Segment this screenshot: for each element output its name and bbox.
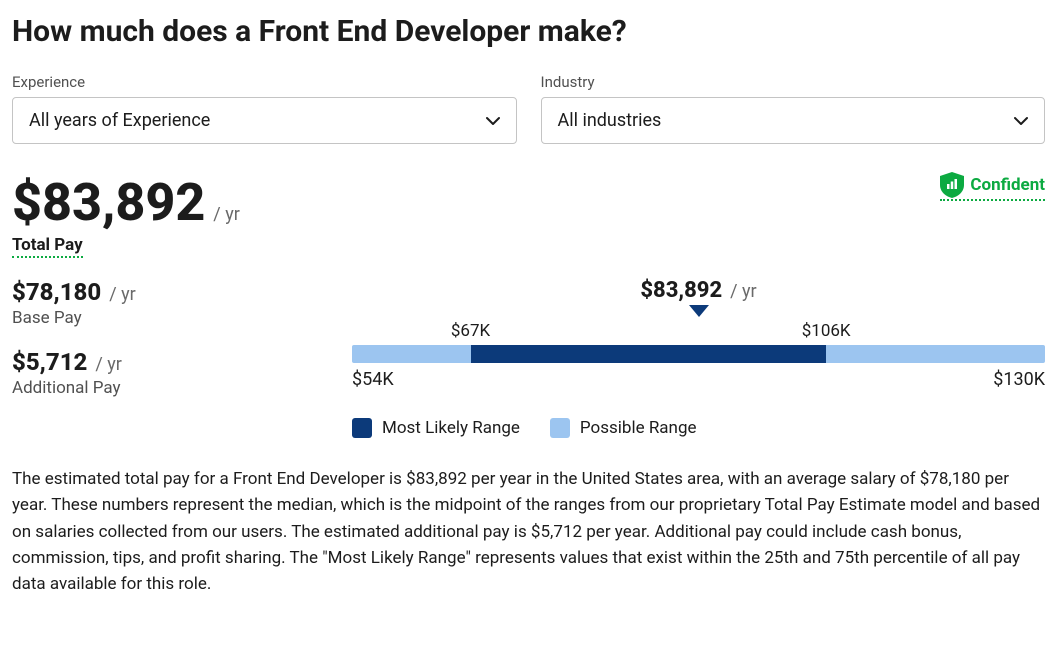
experience-filter: Experience All years of Experience (12, 73, 517, 144)
industry-filter: Industry All industries (541, 73, 1046, 144)
confident-badge[interactable]: Confident (940, 172, 1045, 201)
chart-max: $130K (993, 369, 1045, 390)
legend-likely: Most Likely Range (352, 418, 520, 438)
total-pay-unit: / yr (213, 204, 240, 225)
industry-select[interactable]: All industries (541, 97, 1046, 144)
tick-likely-high: $106K (802, 321, 851, 341)
total-pay-label[interactable]: Total Pay (12, 235, 83, 258)
additional-pay-item: $5,712 / yr Additional Pay (12, 348, 312, 398)
additional-pay-unit: / yr (95, 354, 122, 375)
total-pay-amount: $83,892 (12, 172, 205, 233)
chart-legend: Most Likely Range Possible Range (352, 418, 1045, 438)
swatch-dark-icon (352, 418, 372, 438)
industry-select-value: All industries (558, 110, 662, 131)
salary-range-chart: $83,892 / yr $67K $106K $54K $130K Most … (352, 278, 1045, 438)
caret-down-icon (689, 305, 709, 317)
legend-possible-label: Possible Range (580, 418, 697, 438)
pay-breakdown: $78,180 / yr Base Pay $5,712 / yr Additi… (12, 278, 312, 438)
additional-pay-label: Additional Pay (12, 378, 312, 398)
total-pay-block: $83,892 / yr Total Pay (12, 172, 240, 258)
chevron-down-icon (1014, 114, 1028, 128)
chart-min: $54K (352, 369, 394, 390)
industry-label: Industry (541, 73, 1046, 91)
base-pay-item: $78,180 / yr Base Pay (12, 278, 312, 328)
summary-row: $83,892 / yr Total Pay Confident (12, 172, 1045, 258)
experience-select[interactable]: All years of Experience (12, 97, 517, 144)
base-pay-label: Base Pay (12, 308, 312, 328)
chart-median: $83,892 / yr (352, 278, 1045, 303)
chart-likely-ticks: $67K $106K (352, 321, 1045, 343)
description-text: The estimated total pay for a Front End … (12, 466, 1045, 598)
confident-label: Confident (970, 175, 1045, 195)
legend-likely-label: Most Likely Range (382, 418, 520, 438)
chart-median-value: $83,892 (640, 278, 722, 303)
legend-possible: Possible Range (550, 418, 697, 438)
base-pay-amount: $78,180 (12, 278, 101, 306)
chevron-down-icon (486, 114, 500, 128)
filters-row: Experience All years of Experience Indus… (12, 73, 1045, 144)
bar-likely-range (471, 345, 827, 363)
chart-median-unit: / yr (730, 281, 757, 302)
additional-pay-amount: $5,712 (12, 348, 87, 376)
bar-possible-range (352, 345, 1045, 363)
shield-icon (940, 172, 964, 198)
chart-minmax: $54K $130K (352, 369, 1045, 390)
lower-row: $78,180 / yr Base Pay $5,712 / yr Additi… (12, 278, 1045, 438)
page-title: How much does a Front End Developer make… (12, 14, 1045, 49)
tick-likely-low: $67K (451, 321, 490, 341)
experience-label: Experience (12, 73, 517, 91)
experience-select-value: All years of Experience (29, 110, 210, 131)
swatch-light-icon (550, 418, 570, 438)
base-pay-unit: / yr (109, 284, 136, 305)
